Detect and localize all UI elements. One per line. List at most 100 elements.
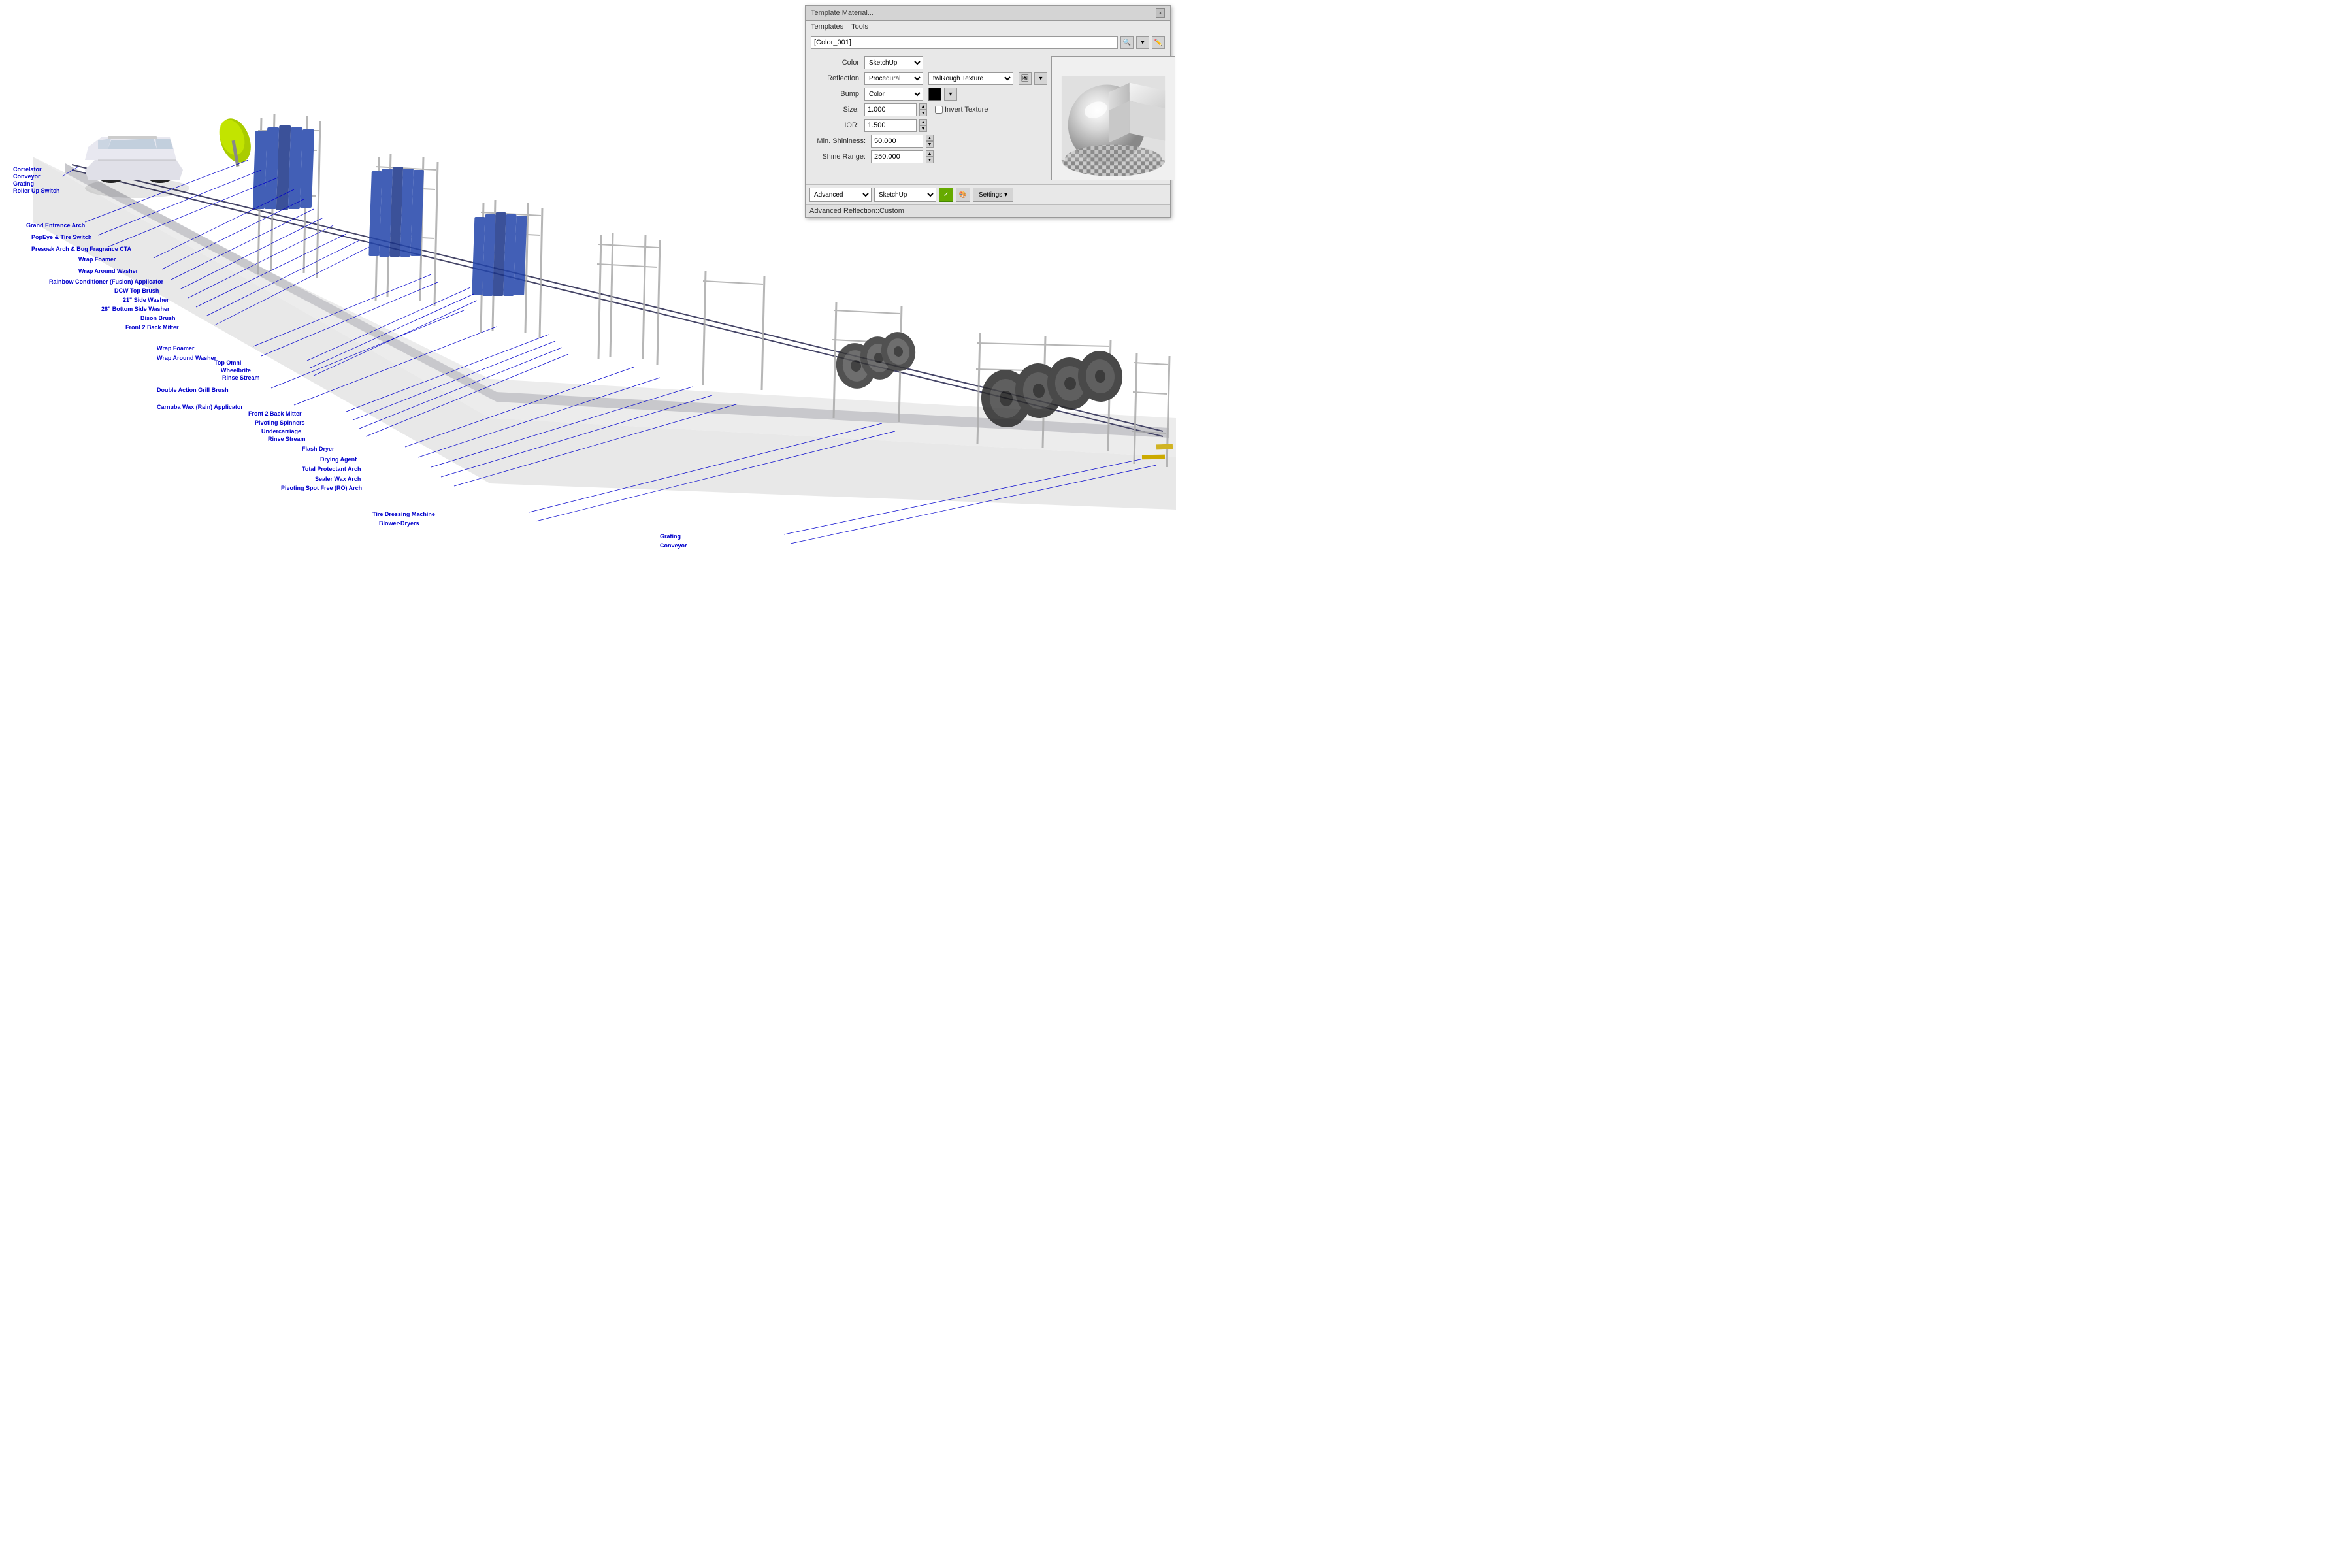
texture-thumbnail-btn[interactable]: 🖼 [1019, 72, 1032, 85]
size-label: Size: [809, 106, 862, 114]
tools-menu[interactable]: Tools [851, 23, 868, 31]
engine-select[interactable]: SketchUp [874, 188, 936, 202]
reflection-select[interactable]: Procedural [864, 72, 923, 85]
panel-close-button[interactable]: × [1156, 8, 1165, 18]
svg-text:Bison Brush: Bison Brush [140, 315, 176, 321]
shine-range-spinner: ▲ ▼ [926, 150, 934, 163]
svg-text:Total Protectant Arch: Total Protectant Arch [302, 466, 361, 472]
shine-range-label: Shine Range: [809, 153, 868, 161]
svg-text:Conveyor: Conveyor [660, 542, 687, 549]
main-canvas: Correlator Conveyor Grating Roller Up Sw… [0, 0, 1176, 784]
svg-text:Correlator: Correlator [13, 166, 42, 172]
texture-expand-btn[interactable]: ▾ [1034, 72, 1047, 85]
bump-color-expand[interactable]: ▾ [944, 88, 957, 101]
svg-text:Carnuba Wax (Rain) Applicator: Carnuba Wax (Rain) Applicator [157, 404, 243, 410]
invert-texture-checkbox[interactable] [935, 106, 943, 114]
svg-text:21" Side Washer: 21" Side Washer [123, 297, 169, 303]
bump-select[interactable]: Color [864, 88, 923, 101]
shine-range-input[interactable] [871, 150, 923, 163]
min-shininess-row: Min. Shininess: ▲ ▼ [809, 135, 1047, 148]
svg-text:Grand Entrance Arch: Grand Entrance Arch [26, 222, 85, 229]
shine-range-up[interactable]: ▲ [926, 150, 934, 157]
min-shininess-up[interactable]: ▲ [926, 135, 934, 141]
svg-text:Flash Dryer: Flash Dryer [302, 446, 335, 452]
svg-text:Sealer Wax Arch: Sealer Wax Arch [315, 476, 361, 482]
svg-text:Rainbow Conditioner (Fusion) A: Rainbow Conditioner (Fusion) Applicator [49, 278, 164, 285]
material-panel: Template Material... × Templates Tools 🔍… [805, 5, 1171, 218]
paint-dropper-btn[interactable]: ✏️ [1152, 36, 1165, 49]
svg-text:Grating: Grating [660, 533, 681, 540]
svg-text:Rinse Stream: Rinse Stream [268, 436, 306, 442]
svg-text:Double Action Grill Brush: Double Action Grill Brush [157, 387, 229, 393]
reflection-label: Reflection [809, 74, 862, 82]
svg-text:Wrap Around Washer: Wrap Around Washer [157, 355, 217, 361]
size-up[interactable]: ▲ [919, 103, 927, 110]
ior-label: IOR: [809, 122, 862, 129]
svg-text:Pivoting Spot Free (RO) Arch: Pivoting Spot Free (RO) Arch [281, 485, 362, 491]
dropdown-icon-btn[interactable]: ▾ [1136, 36, 1149, 49]
paint-button[interactable]: 🎨 [956, 188, 970, 202]
panel-footer-row: Advanced SketchUp ✓ 🎨 Settings ▾ [806, 184, 1170, 204]
svg-text:Top Omni: Top Omni [214, 359, 241, 366]
ior-down[interactable]: ▼ [919, 125, 927, 132]
svg-text:Grating: Grating [13, 180, 34, 187]
svg-text:Wrap Foamer: Wrap Foamer [78, 256, 116, 263]
min-shininess-input[interactable] [871, 135, 923, 148]
size-down[interactable]: ▼ [919, 110, 927, 116]
templates-menu[interactable]: Templates [811, 23, 843, 31]
svg-text:Blower-Dryers: Blower-Dryers [379, 520, 419, 527]
search-row: 🔍 ▾ ✏️ [806, 33, 1170, 52]
svg-text:Tire Dressing Machine: Tire Dressing Machine [372, 511, 435, 517]
svg-text:Rinse Stream: Rinse Stream [222, 374, 260, 381]
svg-text:Front 2 Back Mitter: Front 2 Back Mitter [125, 324, 179, 331]
panel-title: Template Material... [811, 9, 874, 17]
ior-row: IOR: ▲ ▼ [809, 119, 1047, 132]
status-bar: Advanced Reflection::Custom [806, 204, 1170, 217]
invert-texture-label: Invert Texture [935, 106, 988, 114]
settings-chevron: ▾ [1004, 191, 1007, 199]
svg-text:Conveyor: Conveyor [13, 173, 41, 180]
status-text: Advanced Reflection::Custom [809, 207, 904, 215]
mode-select[interactable]: Advanced [809, 188, 872, 202]
svg-text:Wrap Around Washer: Wrap Around Washer [78, 268, 139, 274]
svg-text:Roller Up Switch: Roller Up Switch [13, 188, 60, 194]
bump-color-swatch[interactable] [928, 88, 941, 101]
svg-text:DCW Top Brush: DCW Top Brush [114, 287, 159, 294]
svg-text:Drying Agent: Drying Agent [320, 456, 357, 463]
svg-text:Presoak Arch & Bug Fragrance C: Presoak Arch & Bug Fragrance CTA [31, 246, 132, 252]
ior-input[interactable] [864, 119, 917, 132]
panel-controls: Color SketchUp Reflection Procedural twl… [809, 56, 1047, 180]
reflection-row: Reflection Procedural twlRough Texture 🖼… [809, 72, 1047, 85]
svg-text:Front 2 Back Mitter: Front 2 Back Mitter [248, 410, 302, 417]
size-input[interactable] [864, 103, 917, 116]
ior-up[interactable]: ▲ [919, 119, 927, 125]
settings-button[interactable]: Settings ▾ [973, 188, 1013, 202]
color-select[interactable]: SketchUp [864, 56, 923, 69]
search-input[interactable] [811, 36, 1118, 49]
shine-range-down[interactable]: ▼ [926, 157, 934, 163]
svg-text:Pivoting Spinners: Pivoting Spinners [255, 419, 305, 426]
material-preview [1051, 56, 1175, 180]
shine-range-row: Shine Range: ▲ ▼ [809, 150, 1047, 163]
panel-body: Color SketchUp Reflection Procedural twl… [806, 52, 1170, 184]
svg-text:PopEye & Tire Switch: PopEye & Tire Switch [31, 234, 91, 240]
min-shininess-label: Min. Shininess: [809, 137, 868, 145]
size-row: Size: ▲ ▼ Invert Texture [809, 103, 1047, 116]
color-label: Color [809, 59, 862, 67]
reflection-texture-select[interactable]: twlRough Texture [928, 72, 1013, 85]
apply-button[interactable]: ✓ [939, 188, 953, 202]
svg-text:Wheelbrite: Wheelbrite [221, 367, 251, 374]
search-icon-btn[interactable]: 🔍 [1120, 36, 1134, 49]
bump-row: Bump Color ▾ [809, 88, 1047, 101]
ior-spinner: ▲ ▼ [919, 119, 927, 132]
svg-text:28" Bottom Side Washer: 28" Bottom Side Washer [101, 306, 170, 312]
panel-titlebar: Template Material... × [806, 6, 1170, 21]
svg-text:Undercarriage: Undercarriage [261, 428, 301, 434]
svg-text:Wrap Foamer: Wrap Foamer [157, 345, 195, 351]
min-shininess-down[interactable]: ▼ [926, 141, 934, 148]
bump-label: Bump [809, 90, 862, 98]
settings-label: Settings [979, 191, 1002, 199]
size-spinner: ▲ ▼ [919, 103, 927, 116]
color-row: Color SketchUp [809, 56, 1047, 69]
panel-menubar: Templates Tools [806, 21, 1170, 33]
